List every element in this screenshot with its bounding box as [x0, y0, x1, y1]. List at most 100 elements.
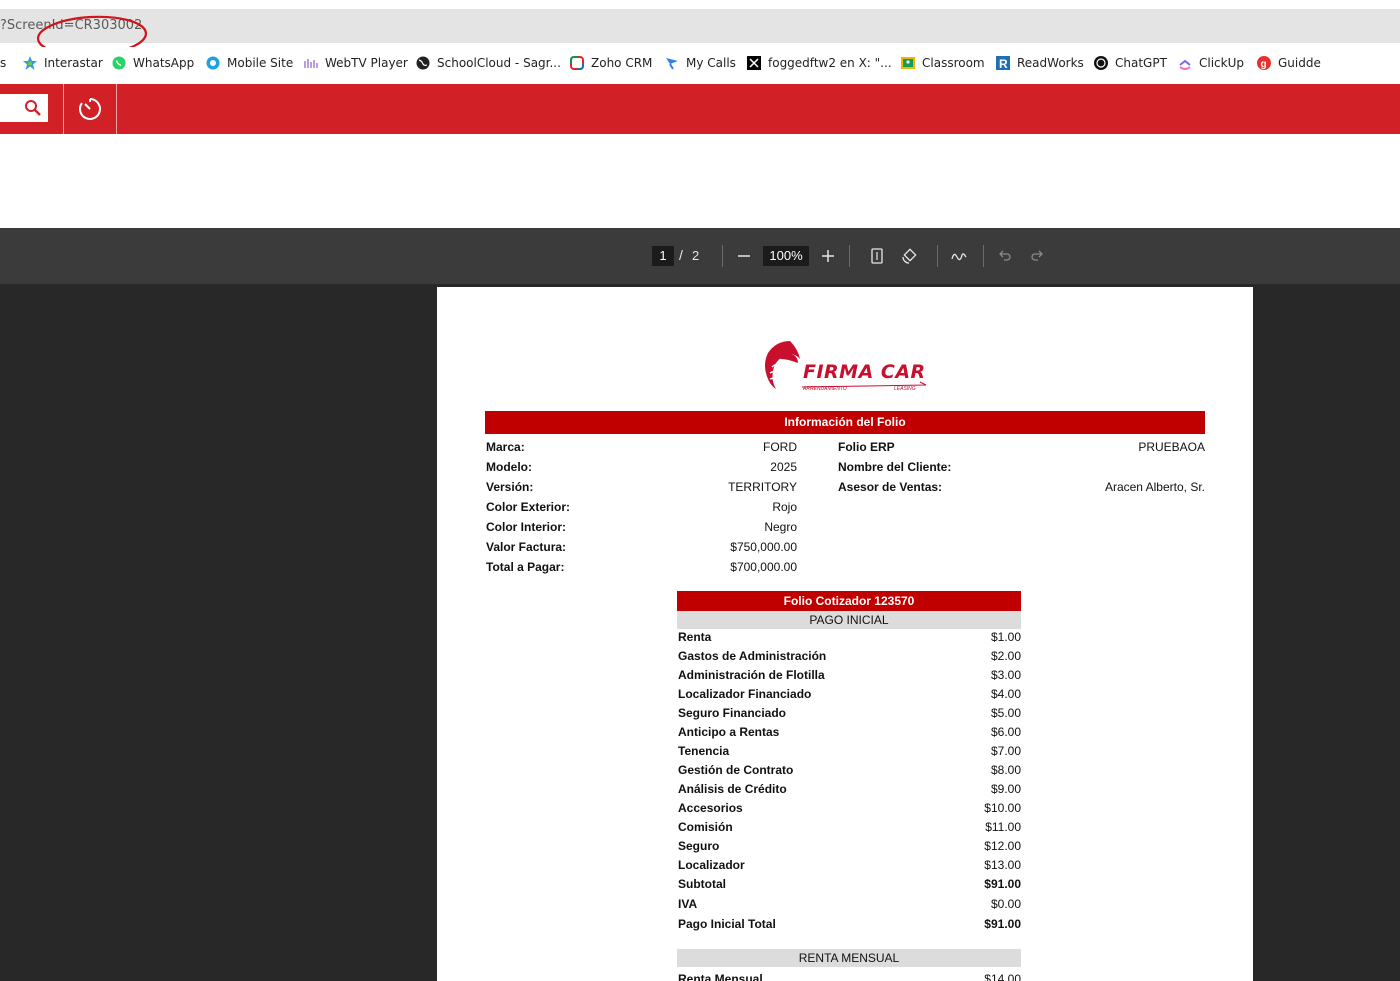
firma-car-logo: FIRMA CAR ARRENDAMIENTO LEASING: [760, 337, 930, 395]
row-label: Gestión de Contrato: [678, 763, 794, 777]
row-label: IVA: [678, 897, 698, 911]
field-value: $700,000.00: [730, 560, 797, 574]
draw-icon[interactable]: [949, 246, 969, 266]
field-label: Total a Pagar:: [486, 560, 565, 574]
bookmark-clickup[interactable]: ClickUp: [1177, 54, 1244, 72]
table-row: Anticipo a Rentas $6.00: [678, 723, 1021, 742]
page-separator: /: [679, 247, 683, 263]
field-value: Rojo: [772, 500, 797, 514]
field-value: $750,000.00: [730, 540, 797, 554]
bookmark-label: WhatsApp: [133, 56, 195, 70]
row-value: $5.00: [990, 706, 1021, 720]
star-icon: [22, 55, 38, 71]
field-value: Aracen Alberto, Sr.: [1104, 480, 1205, 494]
row-value: $14.00: [984, 972, 1021, 981]
bookmark-label: s: [0, 56, 7, 70]
pago-inicial-header: PAGO INICIAL: [677, 611, 1021, 629]
zoom-input[interactable]: 100%: [763, 246, 809, 266]
row-label: Renta: [678, 630, 712, 644]
table-row: Gestión de Contrato $8.00: [678, 761, 1021, 780]
redo-icon[interactable]: [1027, 246, 1047, 266]
table-row: Localizador $13.00: [678, 856, 1021, 875]
bookmark-label: ChatGPT: [1115, 56, 1167, 70]
header-divider: [63, 84, 64, 134]
bookmark-schoolcloud[interactable]: SchoolCloud - Sagr...: [415, 54, 561, 72]
search-icon[interactable]: [24, 99, 42, 122]
row-value: $9.00: [990, 782, 1021, 796]
bookmark-label: Interastar: [44, 56, 103, 70]
table-row: Accesorios $10.00: [678, 799, 1021, 818]
bookmark-whatsapp[interactable]: WhatsApp: [111, 54, 194, 72]
row-label: Tenencia: [678, 744, 730, 758]
bookmark-classroom[interactable]: Classroom: [900, 54, 985, 72]
bookmark-interastar[interactable]: Interastar: [22, 54, 103, 72]
row-value: $7.00: [990, 744, 1021, 758]
timer-icon[interactable]: [77, 96, 103, 127]
row-label: Análisis de Crédito: [678, 782, 787, 796]
table-row: Seguro Financiado $5.00: [678, 704, 1021, 723]
table-row: Comisión $11.00: [678, 818, 1021, 837]
calls-icon: [664, 55, 680, 71]
address-bar[interactable]: ?ScreenId=CR303002: [0, 9, 1400, 57]
bookmark-label: Mobile Site: [227, 56, 294, 70]
field-label: Color Interior:: [486, 520, 566, 534]
row-value: $3.00: [990, 668, 1021, 682]
field-label: Modelo:: [486, 460, 532, 474]
logo-subtext-left: ARRENDAMIENTO: [803, 386, 847, 392]
row-label: Renta Mensual: [678, 972, 763, 981]
svg-text:g: g: [1261, 59, 1267, 70]
bookmark-s[interactable]: s: [0, 54, 6, 72]
readworks-icon: R: [995, 55, 1011, 71]
bookmark-guidde[interactable]: g Guidde: [1256, 54, 1321, 72]
table-row: Renta $1.00: [678, 628, 1021, 647]
folio-cotizador-header: Folio Cotizador 123570: [677, 591, 1021, 611]
bookmark-zoho-crm[interactable]: Zoho CRM: [569, 54, 652, 72]
webtv-icon: [303, 55, 319, 71]
row-label: Anticipo a Rentas: [678, 725, 780, 739]
app-header: [0, 84, 1400, 134]
bookmark-x[interactable]: foggedftw2 en X: "...: [746, 54, 892, 72]
table-row: Análisis de Crédito $9.00: [678, 780, 1021, 799]
row-label: Localizador Financiado: [678, 687, 812, 701]
page-total: 2: [692, 248, 700, 263]
x-icon: [746, 55, 762, 71]
logo-text: FIRMA CAR: [803, 361, 926, 383]
fit-page-icon[interactable]: [867, 246, 887, 266]
pdf-page: FIRMA CAR ARRENDAMIENTO LEASING Informac…: [437, 287, 1253, 981]
bookmark-label: My Calls: [686, 56, 736, 70]
search-input[interactable]: [0, 94, 48, 122]
zoom-out-icon[interactable]: [734, 246, 754, 266]
bookmark-label: Zoho CRM: [591, 56, 653, 70]
bookmark-label: SchoolCloud - Sagr...: [437, 56, 561, 70]
field-value: PRUEBAOA: [1138, 440, 1205, 454]
bookmark-webtv-player[interactable]: WebTV Player: [303, 54, 408, 72]
page-number-input[interactable]: 1: [652, 246, 674, 266]
bookmark-my-calls[interactable]: My Calls: [664, 54, 736, 72]
rotate-icon[interactable]: [899, 246, 919, 266]
row-value: $0.00: [990, 897, 1021, 911]
row-label: Localizador: [678, 858, 745, 872]
undo-icon[interactable]: [995, 246, 1015, 266]
row-label: Subtotal: [678, 877, 726, 891]
field-value: 2025: [770, 460, 797, 474]
info-folio-header: Información del Folio: [485, 411, 1205, 434]
guidde-icon: g: [1256, 55, 1272, 71]
field-label: Versión:: [486, 480, 534, 494]
table-row: Localizador Financiado $4.00: [678, 685, 1021, 704]
table-row: Seguro $12.00: [678, 837, 1021, 856]
bookmark-chatgpt[interactable]: ChatGPT: [1093, 54, 1167, 72]
field-label: Folio ERP: [838, 440, 895, 454]
field-label: Marca:: [486, 440, 525, 454]
pdf-toolbar: 1 / 2 100%: [0, 228, 1400, 284]
bookmark-mobile-site[interactable]: Mobile Site: [205, 54, 293, 72]
row-label: Administración de Flotilla: [678, 668, 825, 682]
field-value: TERRITORY: [728, 480, 797, 494]
bookmark-readworks[interactable]: R ReadWorks: [995, 54, 1084, 72]
table-row: IVA $0.00: [678, 895, 1021, 914]
toolbar-divider: [722, 245, 723, 267]
mobile-site-icon: [205, 55, 221, 71]
zoom-in-icon[interactable]: [818, 246, 838, 266]
row-value: $11.00: [985, 820, 1021, 834]
table-row: Administración de Flotilla $3.00: [678, 666, 1021, 685]
field-label: Asesor de Ventas:: [838, 480, 943, 494]
